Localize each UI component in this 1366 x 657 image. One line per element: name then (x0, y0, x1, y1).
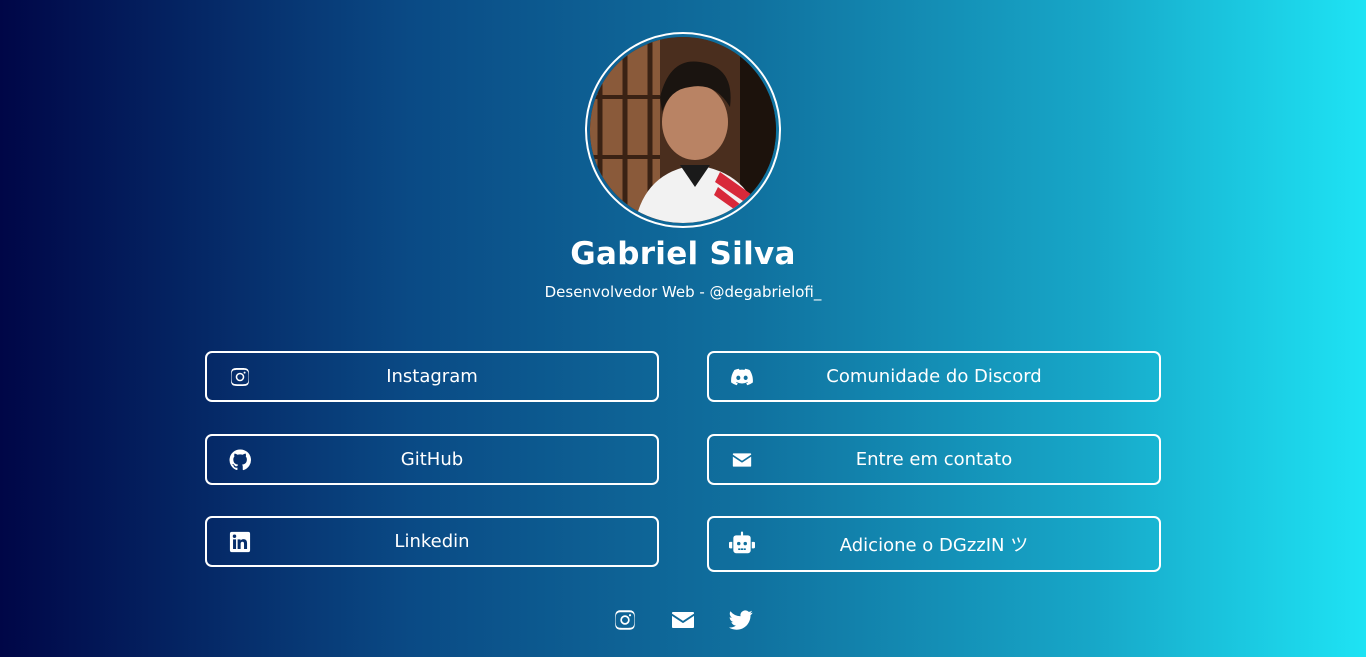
instagram-link-button[interactable]: Instagram (205, 351, 659, 402)
profile-photo (590, 37, 776, 223)
github-link-button[interactable]: GitHub (205, 434, 659, 485)
github-icon (227, 447, 253, 473)
instagram-link-label: Instagram (386, 366, 478, 387)
envelope-icon (729, 447, 755, 473)
discord-link-button[interactable]: Comunidade do Discord (707, 351, 1161, 402)
linkedin-link-label: Linkedin (394, 531, 470, 552)
twitter-icon[interactable] (727, 607, 755, 633)
contact-link-label: Entre em contato (855, 449, 1013, 470)
linkedin-icon (227, 529, 253, 555)
instagram-icon (227, 364, 253, 390)
discord-icon (729, 364, 755, 390)
discord-link-label: Comunidade do Discord (826, 366, 1042, 387)
footer-social-icons (0, 607, 1366, 633)
linkedin-link-button[interactable]: Linkedin (205, 516, 659, 567)
robot-icon (729, 531, 755, 557)
envelope-icon[interactable] (669, 607, 697, 633)
profile-subtitle: Desenvolvedor Web - @degabrielofi_ (544, 283, 822, 301)
bot-link-label: Adicione o DGzzIN ツ (839, 535, 1029, 556)
bot-link-button[interactable]: Adicione o DGzzIN ツ (707, 516, 1161, 572)
profile-name: Gabriel Silva (570, 236, 796, 272)
profile-avatar (585, 32, 781, 228)
instagram-icon[interactable] (611, 607, 639, 633)
contact-link-button[interactable]: Entre em contato (707, 434, 1161, 485)
github-link-label: GitHub (400, 449, 464, 470)
